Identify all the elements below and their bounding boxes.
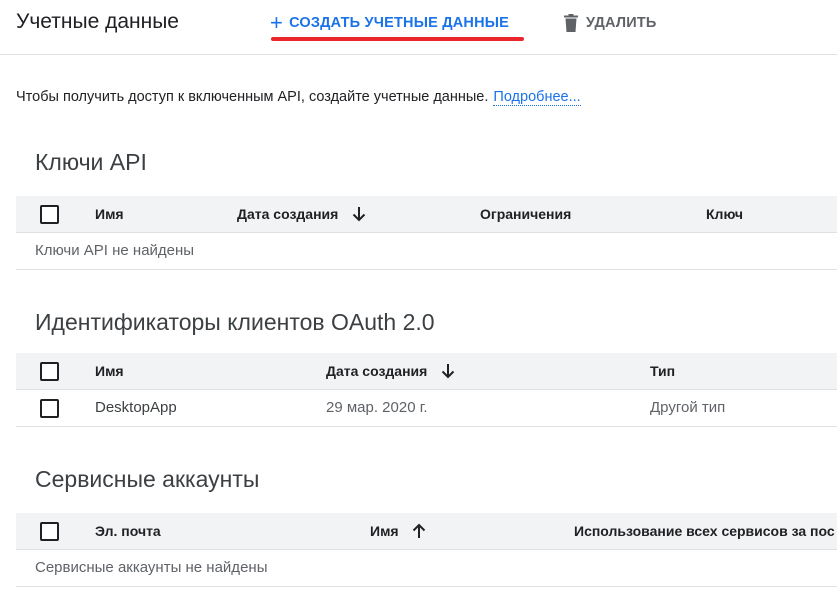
column-restrictions[interactable]: Ограничения bbox=[480, 196, 571, 232]
api-keys-empty-row: Ключи API не найдены bbox=[16, 233, 837, 270]
info-message: Чтобы получить доступ к включенным API, … bbox=[16, 89, 489, 105]
select-all-checkbox[interactable] bbox=[40, 522, 59, 541]
client-name[interactable]: DesktopApp bbox=[95, 390, 177, 426]
column-name[interactable]: Имя bbox=[95, 353, 124, 389]
page-title: Учетные данные bbox=[16, 10, 179, 33]
select-all-checkbox[interactable] bbox=[40, 362, 59, 381]
column-name[interactable]: Имя bbox=[95, 196, 124, 232]
delete-button[interactable]: УДАЛИТЬ bbox=[564, 12, 657, 34]
top-toolbar: Учетные данные + СОЗДАТЬ УЧЕТНЫЕ ДАННЫЕ … bbox=[0, 0, 837, 55]
service-accounts-title: Сервисные аккаунты bbox=[35, 466, 260, 492]
column-created-date-label: Дата создания bbox=[326, 363, 428, 379]
service-accounts-empty-row: Сервисные аккаунты не найдены bbox=[16, 550, 837, 587]
column-created-date[interactable]: Дата создания bbox=[326, 353, 455, 389]
oauth-header-row: Имя Дата создания Тип bbox=[16, 353, 837, 390]
select-all-checkbox[interactable] bbox=[40, 205, 59, 224]
highlight-underline bbox=[271, 37, 524, 41]
arrow-down-icon bbox=[352, 207, 366, 222]
column-usage[interactable]: Использование всех сервисов за пос bbox=[574, 513, 835, 549]
api-keys-title: Ключи API bbox=[35, 149, 147, 175]
row-checkbox[interactable] bbox=[40, 399, 59, 418]
column-email[interactable]: Эл. почта bbox=[95, 513, 161, 549]
learn-more-link[interactable]: Подробнее... bbox=[493, 89, 581, 106]
delete-label: УДАЛИТЬ bbox=[586, 15, 657, 31]
service-accounts-header-row: Эл. почта Имя Использование всех сервисо… bbox=[16, 513, 837, 550]
api-keys-header-row: Имя Дата создания Ограничения Ключ bbox=[16, 196, 837, 233]
trash-icon bbox=[564, 14, 578, 32]
info-text: Чтобы получить доступ к включенным API, … bbox=[16, 89, 581, 106]
create-credentials-label: СОЗДАТЬ УЧЕТНЫЕ ДАННЫЕ bbox=[289, 15, 510, 31]
column-key[interactable]: Ключ bbox=[706, 196, 743, 232]
service-accounts-empty-text: Сервисные аккаунты не найдены bbox=[35, 559, 268, 576]
client-created-date: 29 мар. 2020 г. bbox=[326, 399, 428, 416]
create-credentials-button[interactable]: + СОЗДАТЬ УЧЕТНЫЕ ДАННЫЕ bbox=[270, 10, 509, 36]
oauth-title: Идентификаторы клиентов OAuth 2.0 bbox=[35, 309, 435, 335]
column-created-date[interactable]: Дата создания bbox=[237, 196, 366, 232]
table-row[interactable]: DesktopApp 29 мар. 2020 г. Другой тип bbox=[16, 390, 837, 427]
column-name[interactable]: Имя bbox=[370, 513, 426, 549]
arrow-up-icon bbox=[413, 523, 426, 539]
client-type: Другой тип bbox=[650, 399, 726, 416]
column-created-date-label: Дата создания bbox=[237, 206, 339, 222]
api-keys-empty-text: Ключи API не найдены bbox=[35, 242, 195, 259]
column-name-label: Имя bbox=[370, 523, 399, 539]
column-type[interactable]: Тип bbox=[650, 353, 675, 389]
plus-icon: + bbox=[270, 10, 284, 35]
arrow-down-icon bbox=[441, 364, 455, 379]
